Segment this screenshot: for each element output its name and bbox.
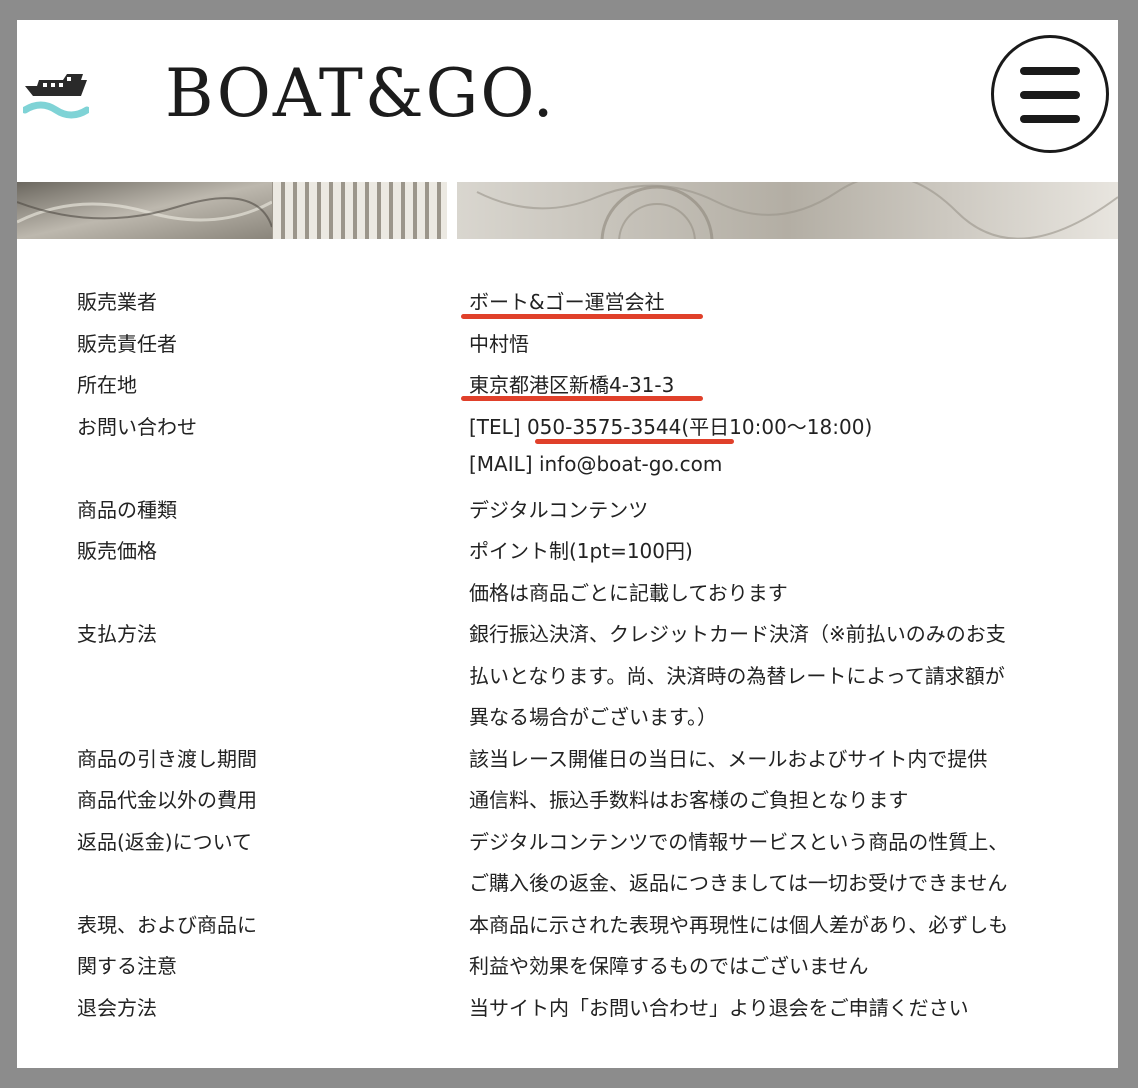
table-row: ご購入後の返金、返品につきましては一切お受けできません <box>17 863 1118 905</box>
row-value: 払いとなります。尚、決済時の為替レートによって請求額が <box>469 663 1005 688</box>
row-label: 商品の種類 <box>77 497 177 522</box>
row-value: 価格は商品ごとに記載しております <box>469 580 788 605</box>
menu-bar-icon <box>1020 91 1080 99</box>
row-value: [MAIL] info@boat-go.com <box>469 452 723 476</box>
table-row: [MAIL] info@boat-go.com <box>17 448 1118 490</box>
info-table: 販売業者 ボート&ゴー運営会社販売責任者 中村悟所在地 東京都港区新橋4-31-3 お問… <box>17 282 1118 1029</box>
row-value: 東京都港区新橋4-31-3 <box>469 373 675 397</box>
decorative-banner-image <box>17 182 1118 239</box>
row-label: 販売責任者 <box>77 331 177 356</box>
table-row: 販売責任者 中村悟 <box>17 324 1118 366</box>
row-value: デジタルコンテンツでの情報サービスという商品の性質上、 <box>469 829 1009 854</box>
table-row: 支払方法 銀行振込決済、クレジットカード決済（※前払いのみのお支 <box>17 614 1118 656</box>
row-label: 返品(返金)について <box>77 829 253 854</box>
page-frame: BOAT&GO. 販売業者 ボート&ゴー運営会社 販売責任者 中村悟 所在地 東… <box>17 20 1118 1068</box>
row-value: ボート&ゴー運営会社 <box>469 290 665 314</box>
table-row: 価格は商品ごとに記載しております <box>17 573 1118 615</box>
table-row: 退会方法 当サイト内「お問い合わせ」より退会をご申請ください <box>17 988 1118 1030</box>
table-row: 払いとなります。尚、決済時の為替レートによって請求額が <box>17 656 1118 698</box>
row-label: 所在地 <box>77 373 137 397</box>
row-value: 中村悟 <box>469 331 529 356</box>
row-value: 異なる場合がございます。） <box>469 705 717 729</box>
site-header: BOAT&GO. <box>17 20 1118 182</box>
row-value: 本商品に示された表現や再現性には個人差があり、必ずしも <box>469 912 1009 937</box>
row-value: 通信料、振込手数料はお客様のご負担となります <box>469 788 909 812</box>
row-value: 利益や効果を保障するものではございません <box>469 954 869 978</box>
row-value: 銀行振込決済、クレジットカード決済（※前払いのみのお支 <box>469 622 1006 646</box>
menu-bar-icon <box>1020 115 1080 123</box>
row-label: 表現、および商品に <box>77 912 257 937</box>
row-value: [TEL] 050-3575-3544(平日10:00〜18:00) <box>469 414 873 439</box>
row-value: 該当レース開催日の当日に、メールおよびサイト内で提供 <box>469 746 988 771</box>
table-row: 異なる場合がございます。） <box>17 697 1118 739</box>
table-row: 商品代金以外の費用 通信料、振込手数料はお客様のご負担となります <box>17 780 1118 822</box>
table-row: 返品(返金)について デジタルコンテンツでの情報サービスという商品の性質上、 <box>17 822 1118 864</box>
table-row: 商品の種類 デジタルコンテンツ <box>17 490 1118 532</box>
hamburger-menu-button[interactable] <box>991 35 1109 153</box>
row-label: 支払方法 <box>77 622 157 646</box>
annotation-underline <box>461 314 703 319</box>
table-row: 関する注意 利益や効果を保障するものではございません <box>17 946 1118 988</box>
row-label: 販売価格 <box>77 539 157 563</box>
row-value: 当サイト内「お問い合わせ」より退会をご申請ください <box>469 995 969 1020</box>
row-value: ポイント制(1pt=100円) <box>469 539 693 563</box>
row-label: お問い合わせ <box>77 414 197 439</box>
row-label: 関する注意 <box>77 954 177 978</box>
boat-wave-icon[interactable] <box>23 66 89 124</box>
annotation-underline <box>461 396 703 401</box>
table-row: 販売価格 ポイント制(1pt=100円) <box>17 531 1118 573</box>
row-value: デジタルコンテンツ <box>469 497 649 522</box>
row-label: 商品代金以外の費用 <box>77 788 257 812</box>
table-row: 商品の引き渡し期間 該当レース開催日の当日に、メールおよびサイト内で提供 <box>17 739 1118 781</box>
brand-logo-text[interactable]: BOAT&GO. <box>165 56 556 132</box>
row-label: 退会方法 <box>77 995 157 1020</box>
row-label: 商品の引き渡し期間 <box>77 746 257 771</box>
menu-bar-icon <box>1020 67 1080 75</box>
row-label: 販売業者 <box>77 290 157 314</box>
table-row: 表現、および商品に 本商品に示された表現や再現性には個人差があり、必ずしも <box>17 905 1118 947</box>
row-value: ご購入後の返金、返品につきましては一切お受けできません <box>469 871 1008 895</box>
annotation-underline <box>535 439 734 444</box>
